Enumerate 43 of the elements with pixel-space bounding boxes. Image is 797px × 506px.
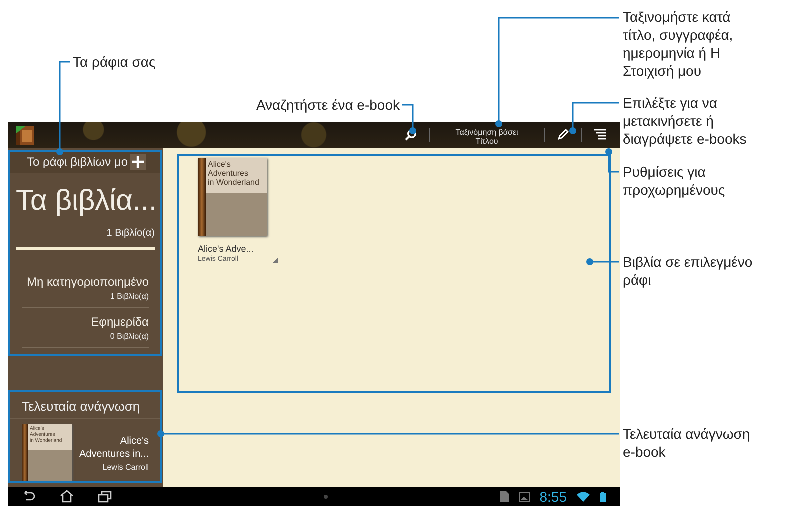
book-cover[interactable]: Alice's Adventures in Wonderland: [198, 158, 267, 236]
leader-line: [606, 148, 619, 173]
image-icon[interactable]: [518, 492, 530, 502]
book-spine: [22, 424, 28, 482]
recent-book-author: Lewis Carroll: [102, 462, 149, 472]
shelf-count: 0 Βιβλίο(α): [110, 332, 149, 341]
corner-icon[interactable]: [273, 258, 278, 263]
home-icon[interactable]: [60, 490, 74, 503]
recent-apps-icon[interactable]: [98, 490, 112, 502]
dot-icon: [324, 494, 328, 498]
shelf-name: Μη κατηγοριοποιημένο: [27, 275, 149, 289]
shelf-name: Τα βιβλία...: [16, 185, 158, 218]
callout-label: Ρυθμίσεις για προχωρημένους: [623, 163, 726, 199]
battery-icon: [600, 492, 606, 502]
callout-label: Τελευταία ανάγνωση e-book: [623, 425, 750, 461]
clock-time: 8:55: [540, 488, 567, 504]
recent-book-title: Alice's Adventures in...: [80, 434, 149, 460]
plus-icon[interactable]: [130, 154, 146, 170]
book-app-icon[interactable]: [14, 124, 36, 146]
leader-line: [586, 258, 619, 266]
recent-title: Τελευταία ανάγνωση: [10, 393, 161, 419]
wifi-icon: [577, 492, 590, 502]
book-title: Alice's Adve...: [198, 244, 255, 254]
shelf-name: Εφημερίδα: [91, 315, 149, 329]
back-icon[interactable]: [22, 490, 36, 502]
shelf-count: 1 Βιβλίο(α): [110, 292, 149, 301]
shelf-item[interactable]: Τα βιβλία... 1 Βιβλίο(α): [16, 173, 155, 250]
pencil-icon[interactable]: [557, 129, 569, 141]
callout-label: Αναζητήστε ένα e-book: [256, 96, 400, 114]
menu-icon[interactable]: [594, 128, 606, 142]
document-icon[interactable]: [500, 491, 509, 502]
callout-label: Ταξινομήστε κατά τίτλο, συγγραφέα, ημερομηνία ή Η Στοιχισή μου: [623, 8, 734, 80]
search-icon[interactable]: [405, 129, 417, 141]
cover-title: Alice's Adventures in Wonderland: [208, 160, 260, 187]
shelf-item[interactable]: Μη κατηγοριοποιημένο 1 Βιβλίο(α): [22, 268, 149, 308]
shelf-header-title: Το ράφι βιβλίων μο: [27, 155, 128, 169]
shelf-count: 1 Βιβλίο(α): [106, 228, 155, 239]
leader-line: [402, 104, 416, 134]
callout-label: Βιβλία σε επιλεγμένο ράφι: [623, 253, 753, 289]
sort-dropdown[interactable]: Ταξινόμηση βάσει Τίτλου: [442, 124, 532, 146]
callout-label: Επιλέξτε για να μετακινήσετε ή διαγράψετε e-books: [623, 94, 747, 148]
shelf-item[interactable]: Εφημερίδα 0 Βιβλίο(α): [22, 308, 149, 348]
callout-label: Τα ράφια σας: [73, 53, 156, 71]
